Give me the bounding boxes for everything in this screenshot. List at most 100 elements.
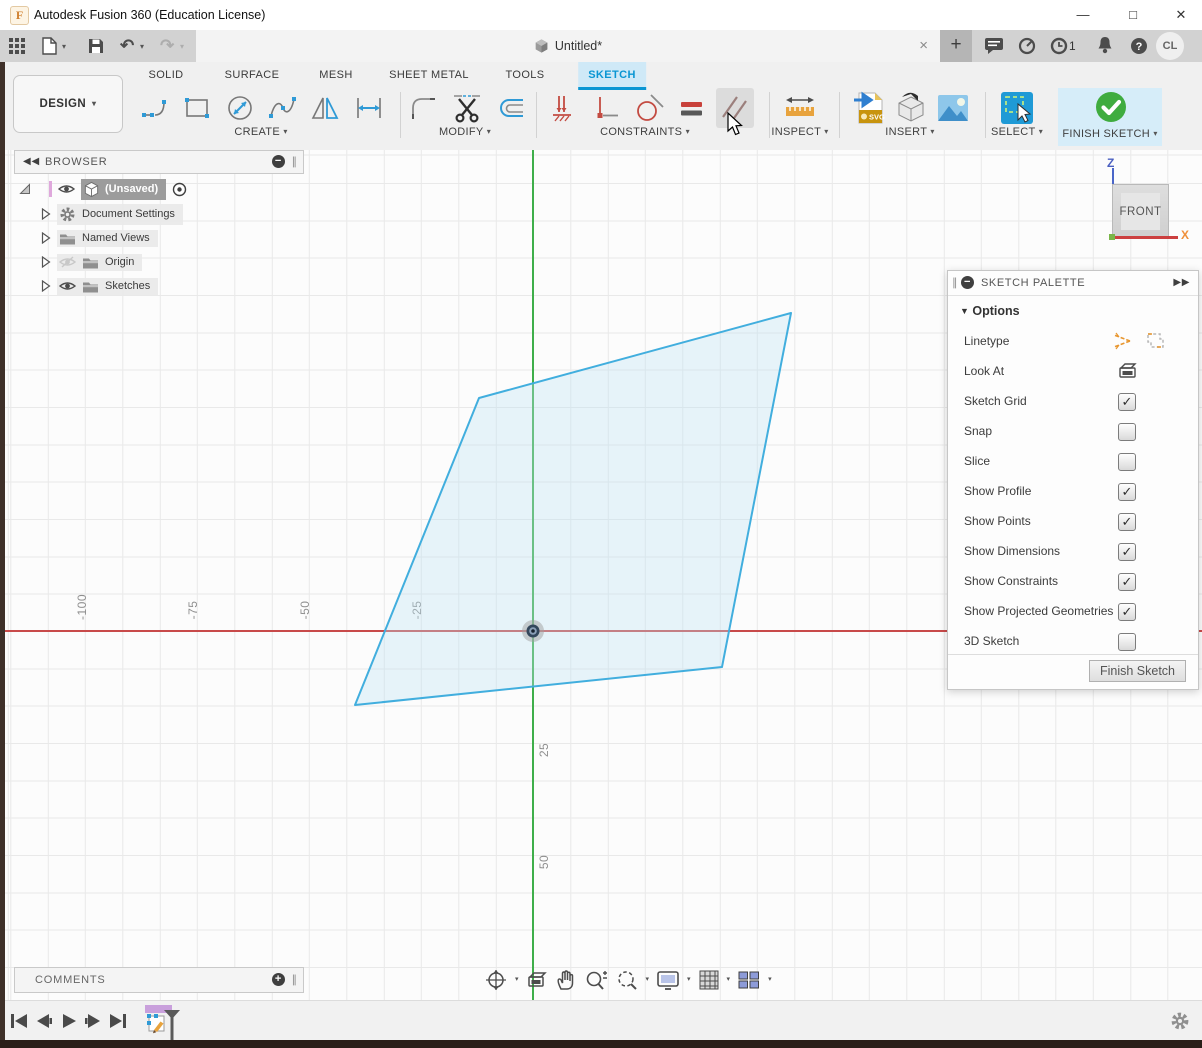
browser-item-origin[interactable]: Origin (41, 252, 142, 272)
document-tab-close-icon[interactable]: × (919, 30, 928, 62)
new-document-tab-button[interactable]: + (940, 30, 972, 62)
sketch-canvas[interactable]: -100 -75 -50 -25 25 50 ◀◀ BROWSER − ∥ (5, 150, 1202, 1000)
constraint-tangent-icon[interactable] (631, 88, 669, 128)
viewports-icon[interactable] (737, 969, 761, 991)
tab-sketch[interactable]: SKETCH (578, 62, 646, 88)
finish-sketch-button[interactable]: FINISH SKETCH ▾ (1058, 88, 1162, 146)
inspect-group-label[interactable]: INSPECT ▾ (771, 126, 828, 138)
notifications-bell-icon[interactable] (1097, 36, 1113, 55)
app-grid-menu-icon[interactable] (9, 38, 25, 54)
minimize-button[interactable]: — (1062, 0, 1104, 30)
zoom-window-icon[interactable] (615, 969, 639, 991)
projection-linetype-icon[interactable] (1144, 331, 1164, 350)
insert-decal-icon[interactable] (892, 88, 930, 128)
sketch-profile[interactable] (355, 313, 791, 705)
new-file-icon[interactable] (42, 37, 57, 55)
create-group-label[interactable]: CREATE ▾ (234, 126, 287, 138)
viewcube[interactable]: Z FRONT X (1103, 154, 1193, 246)
show-projected-geometries-checkbox[interactable] (1118, 603, 1136, 621)
constraint-equal-icon[interactable] (673, 88, 711, 128)
insert-canvas-icon[interactable] (934, 88, 972, 128)
activate-radio-icon[interactable] (172, 182, 187, 197)
pan-hand-icon[interactable] (555, 969, 577, 991)
extensions-icon[interactable] (1018, 37, 1036, 55)
display-settings-caret-icon[interactable]: ▾ (687, 975, 691, 983)
select-tool-icon[interactable] (998, 88, 1036, 128)
close-button[interactable]: ✕ (1160, 0, 1202, 30)
visibility-eye-icon[interactable] (59, 280, 76, 292)
save-icon[interactable] (88, 38, 104, 54)
show-profile-checkbox[interactable] (1118, 483, 1136, 501)
timeline-skip-end-button[interactable] (107, 1011, 129, 1031)
zoom-window-caret-icon[interactable]: ▾ (646, 975, 650, 983)
new-file-caret-icon[interactable]: ▾ (62, 42, 66, 51)
finish-sketch-palette-button[interactable]: Finish Sketch (1089, 660, 1186, 682)
trim-tool-icon[interactable] (448, 88, 486, 128)
3d-sketch-checkbox[interactable] (1118, 633, 1136, 651)
look-at-nav-icon[interactable] (526, 971, 548, 989)
comments-bar[interactable]: COMMENTS + ∥ (14, 967, 304, 993)
constraints-group-label[interactable]: CONSTRAINTS ▾ (600, 126, 690, 138)
visibility-hidden-eye-icon[interactable] (59, 256, 76, 268)
grid-settings-caret-icon[interactable]: ▾ (727, 975, 731, 983)
viewcube-front-face[interactable]: FRONT (1112, 184, 1169, 239)
document-root-item[interactable]: (Unsaved) (81, 179, 166, 200)
slice-checkbox[interactable] (1118, 453, 1136, 471)
select-group-label[interactable]: SELECT ▾ (991, 126, 1043, 138)
help-icon[interactable]: ? (1130, 37, 1148, 55)
sketch-palette-header[interactable]: ∥ − SKETCH PALETTE ▶▶ (948, 271, 1198, 296)
mirror-tool-icon[interactable] (306, 88, 344, 128)
browser-grip-handle[interactable]: ∥ (292, 151, 299, 173)
spline-tool-icon[interactable] (264, 88, 302, 128)
offset-tool-icon[interactable] (492, 88, 530, 128)
display-settings-icon[interactable] (656, 969, 680, 991)
job-status-clock-icon[interactable] (1050, 37, 1068, 55)
timeline-position-marker[interactable] (162, 1009, 182, 1040)
circle-tool-icon[interactable] (221, 88, 259, 128)
palette-minimize-icon[interactable]: − (961, 276, 974, 289)
line-tool-icon[interactable] (138, 88, 176, 128)
constraint-fix-icon[interactable] (544, 88, 582, 128)
origin-point[interactable] (522, 620, 544, 642)
insert-svg-icon[interactable]: SVG (849, 88, 887, 128)
options-section-header[interactable]: ▼ Options (948, 296, 1198, 320)
tab-surface[interactable]: SURFACE (215, 62, 290, 88)
sketch-grid-checkbox[interactable] (1118, 393, 1136, 411)
constraint-coincident-icon[interactable] (587, 88, 625, 128)
timeline-step-back-button[interactable] (33, 1011, 55, 1031)
construction-linetype-icon[interactable] (1110, 332, 1132, 350)
timeline-play-button[interactable] (58, 1011, 80, 1031)
timeline-skip-start-button[interactable] (8, 1011, 30, 1031)
sketch-dimension-icon[interactable] (350, 88, 388, 128)
undo-icon[interactable]: ↶ (120, 36, 134, 56)
workspace-selector[interactable]: DESIGN▾ (13, 75, 123, 133)
redo-icon[interactable]: ↷ (160, 36, 174, 56)
expand-arrow-icon[interactable] (41, 256, 51, 268)
timeline-settings-gear-icon[interactable] (1170, 1011, 1190, 1031)
expand-arrow-icon[interactable] (41, 232, 51, 244)
modify-group-label[interactable]: MODIFY ▾ (439, 126, 491, 138)
expanded-arrow-icon[interactable] (19, 183, 31, 195)
comments-feed-icon[interactable] (984, 37, 1004, 55)
tab-tools[interactable]: TOOLS (495, 62, 554, 88)
undo-caret-icon[interactable]: ▾ (140, 42, 144, 51)
expand-arrow-icon[interactable] (41, 208, 51, 220)
browser-item-named-views[interactable]: Named Views (41, 228, 158, 248)
measure-tool-icon[interactable] (781, 88, 819, 128)
snap-checkbox[interactable] (1118, 423, 1136, 441)
user-avatar[interactable]: CL (1156, 32, 1184, 60)
maximize-button[interactable]: □ (1112, 0, 1154, 30)
browser-collapse-icon[interactable]: ◀◀ (23, 151, 40, 173)
rectangle-tool-icon[interactable] (178, 88, 216, 128)
grid-settings-icon[interactable] (698, 969, 720, 991)
tab-mesh[interactable]: MESH (309, 62, 362, 88)
browser-root-row[interactable]: (Unsaved) (19, 179, 187, 199)
fillet-tool-icon[interactable] (405, 88, 443, 128)
expand-arrow-icon[interactable] (41, 280, 51, 292)
show-constraints-checkbox[interactable] (1118, 573, 1136, 591)
add-comment-icon[interactable]: + (272, 973, 285, 986)
palette-collapse-icon[interactable]: ▶▶ (1173, 271, 1190, 295)
insert-group-label[interactable]: INSERT ▾ (885, 126, 934, 138)
look-at-icon[interactable] (1118, 363, 1138, 379)
comments-grip-handle[interactable]: ∥ (292, 968, 299, 992)
